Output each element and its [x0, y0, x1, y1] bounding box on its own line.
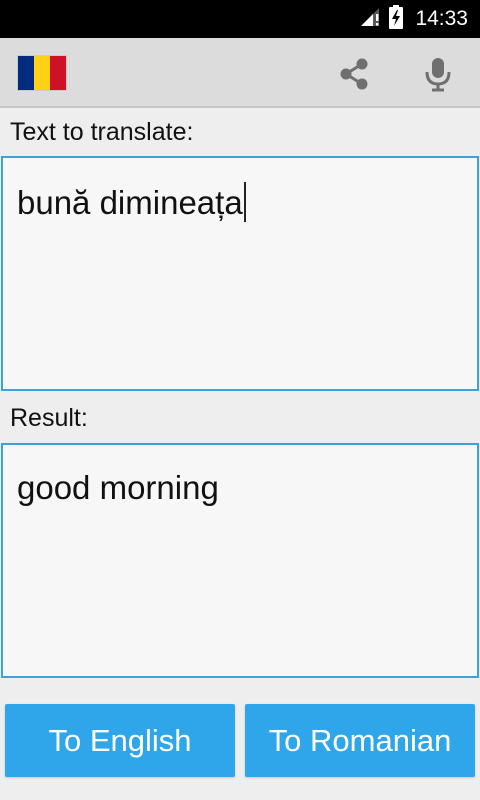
result-text-field[interactable]: good morning	[1, 443, 479, 678]
share-icon[interactable]	[336, 56, 372, 92]
source-text: bună dimineața	[17, 184, 243, 221]
text-caret	[243, 182, 246, 222]
app-toolbar	[0, 38, 480, 108]
input-label: Text to translate:	[10, 118, 194, 146]
status-icons: 14:33	[359, 0, 468, 38]
to-english-button[interactable]: To English	[5, 704, 235, 777]
result-text-value: good morning	[17, 469, 219, 506]
source-text-field[interactable]: bună dimineața	[1, 156, 479, 391]
signal-icon	[359, 6, 381, 33]
source-text-value[interactable]: bună dimineața	[17, 182, 246, 222]
romania-flag-icon[interactable]	[18, 56, 66, 90]
to-romanian-button[interactable]: To Romanian	[245, 704, 475, 777]
status-bar: 14:33	[0, 0, 480, 38]
result-label: Result:	[10, 404, 88, 432]
battery-charging-icon	[389, 4, 404, 34]
status-time: 14:33	[415, 7, 468, 30]
microphone-icon[interactable]	[420, 56, 456, 92]
